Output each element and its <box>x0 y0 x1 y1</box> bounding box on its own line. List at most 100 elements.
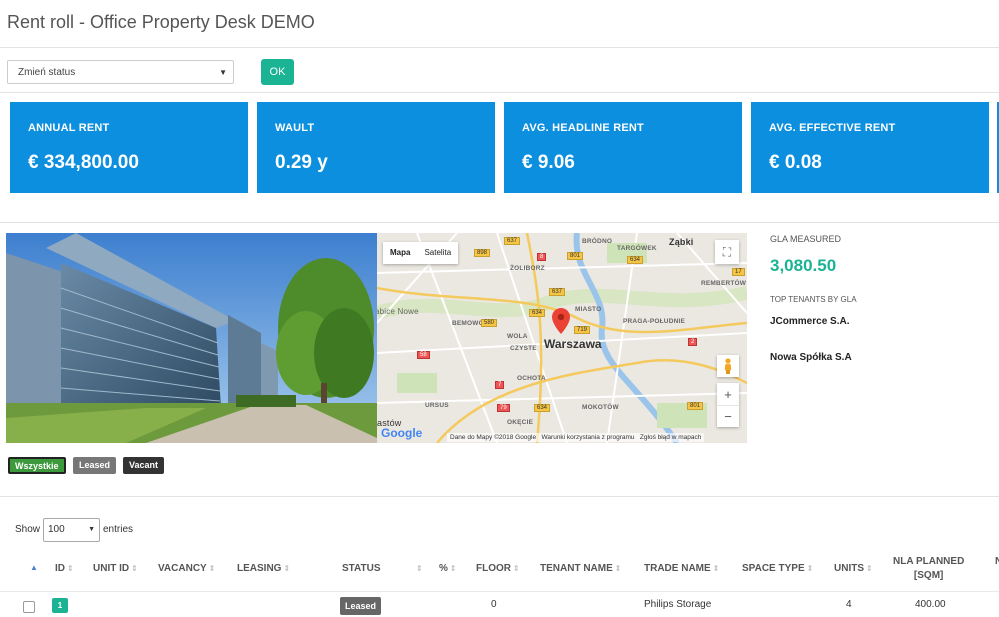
map-city-label: Warszawa <box>544 337 602 351</box>
road-label: 801 <box>687 402 704 410</box>
map-place: BRÓDNO <box>582 238 613 245</box>
map-type-control: Mapa Satelita <box>383 242 459 264</box>
column-header-units[interactable]: UNITS ⇕ <box>834 563 873 574</box>
header-label: TENANT NAME <box>540 563 613 574</box>
header-label: FLOOR <box>476 563 511 574</box>
row-id-badge[interactable]: 1 <box>52 598 68 613</box>
map-place: abice Nowe <box>377 307 419 316</box>
header-label: VACANCY <box>158 563 207 574</box>
column-header-floor[interactable]: FLOOR ⇕ <box>476 563 520 574</box>
header-label: SPACE TYPE <box>742 563 805 574</box>
ok-button[interactable]: OK <box>261 59 294 85</box>
road-label: 580 <box>481 319 498 327</box>
zoom-control: + − <box>717 383 739 427</box>
column-header-nla-planned[interactable]: NLA PLANNED [SQM] <box>893 555 964 583</box>
map-terms-link[interactable]: Warunki korzystania z programu <box>542 434 635 441</box>
map-place: ŻOLIBORZ <box>510 265 545 272</box>
column-header-trade-name[interactable]: TRADE NAME ⇕ <box>644 563 719 574</box>
map-report-link[interactable]: Zgłoś błąd w mapach <box>640 434 701 441</box>
map-marker-icon[interactable] <box>552 308 570 334</box>
sort-icon: ⇕ <box>712 564 720 573</box>
header-label: UNITS <box>834 563 864 574</box>
row-divider <box>0 591 999 592</box>
map-place: BEMOWO <box>452 320 484 327</box>
page-title: Rent roll - Office Property Desk DEMO <box>7 12 315 32</box>
column-header-vacancy[interactable]: VACANCY ⇕ <box>158 563 215 574</box>
sort-icon: ⇕ <box>67 564 74 573</box>
header-label: % <box>439 563 448 574</box>
filter-leased-button[interactable]: Leased <box>73 457 117 474</box>
gla-label: GLA MEASURED <box>770 234 842 244</box>
kpi-label: AVG. EFFECTIVE RENT <box>769 122 896 134</box>
row-nla-planned: 400.00 <box>915 599 946 610</box>
column-header-leasing[interactable]: LEASING ⇕ <box>237 563 290 574</box>
column-header-tenant-name[interactable]: TENANT NAME ⇕ <box>540 563 621 574</box>
entries-length-select[interactable]: 100 ▼ <box>43 518 100 542</box>
road-label: 2 <box>688 338 698 346</box>
road-label: 634 <box>529 309 546 317</box>
map-attribution-text: Dane do Mapy ©2018 Google <box>450 434 537 441</box>
sort-icon: ⇕ <box>513 564 520 573</box>
property-map[interactable]: Mapa Satelita ⛶ Ząbki BRÓDNO TARGÓWEK ŻO… <box>377 233 747 443</box>
divider <box>0 496 999 497</box>
sort-icon: ⇕ <box>283 564 291 573</box>
row-checkbox[interactable] <box>23 601 35 613</box>
row-units: 4 <box>846 599 852 610</box>
sort-icon: ⇕ <box>131 564 138 573</box>
sort-icon: ⇕ <box>614 564 622 573</box>
kpi-value: € 334,800.00 <box>28 152 139 173</box>
zoom-in-icon[interactable]: + <box>717 383 739 405</box>
road-label: 58 <box>417 351 430 359</box>
row-trade-name: Philips Storage <box>644 599 712 610</box>
column-header-clipped: N <box>995 556 999 567</box>
map-place: MIASTO <box>575 306 602 313</box>
road-label: 8 <box>537 253 547 261</box>
road-label: 79 <box>497 404 510 412</box>
map-type-satellite[interactable]: Satelita <box>417 242 458 264</box>
top-tenants-label: TOP TENANTS BY GLA <box>770 295 857 304</box>
header-label: [SQM] <box>913 570 944 581</box>
kpi-label: AVG. HEADLINE RENT <box>522 122 644 134</box>
row-status-badge: Leased <box>340 597 382 615</box>
gla-value: 3,080.50 <box>770 256 837 275</box>
column-header-unit-id[interactable]: UNIT ID ⇕ <box>93 563 138 574</box>
zoom-out-icon[interactable]: − <box>717 405 739 427</box>
status-select[interactable]: Zmień status ▼ <box>7 60 234 84</box>
header-label: NLA PLANNED <box>893 556 965 567</box>
column-header-status[interactable]: STATUS <box>342 563 381 574</box>
kpi-card-avg-effective-rent: AVG. EFFECTIVE RENT € 0.08 <box>751 102 989 193</box>
map-type-map[interactable]: Mapa <box>383 242 417 264</box>
column-header-percent[interactable]: % ⇕ <box>439 563 457 574</box>
divider <box>0 92 999 93</box>
entries-length-value: 100 <box>48 524 65 535</box>
chevron-down-icon: ▼ <box>88 526 95 533</box>
kpi-value: € 0.08 <box>769 152 822 173</box>
fullscreen-icon[interactable]: ⛶ <box>715 240 739 264</box>
map-place: Ząbki <box>669 237 694 247</box>
kpi-label: ANNUAL RENT <box>28 122 110 134</box>
header-label: UNIT ID <box>93 563 130 574</box>
filter-all-button[interactable]: Wszystkie <box>8 457 66 474</box>
road-label: 634 <box>627 256 644 264</box>
map-place: TARGÓWEK <box>617 245 657 252</box>
divider <box>0 47 999 48</box>
column-header-id[interactable]: ID ⇕ <box>55 563 74 574</box>
sort-asc-icon[interactable]: ▲ <box>30 563 38 572</box>
header-label: LEASING <box>237 563 282 574</box>
status-select-value: Zmień status <box>18 67 76 78</box>
column-header-space-type[interactable]: SPACE TYPE ⇕ <box>742 563 813 574</box>
map-place: OKĘCIE <box>507 419 534 426</box>
road-label: 801 <box>567 252 584 260</box>
map-place: OCHOTA <box>517 375 546 382</box>
filter-vacant-button[interactable]: Vacant <box>123 457 165 474</box>
divider <box>0 222 999 223</box>
road-label: 634 <box>534 404 551 412</box>
road-label: 7 <box>495 381 505 389</box>
pegman-icon[interactable] <box>717 355 739 377</box>
tenant-item: Nowa Spółka S.A <box>770 352 852 363</box>
sort-icon[interactable]: ⇕ <box>414 563 423 574</box>
kpi-value: € 9.06 <box>522 152 575 173</box>
map-place: REMBERTÓW <box>701 280 747 287</box>
sort-icon: ⇕ <box>866 564 873 573</box>
sort-icon: ⇕ <box>208 564 216 573</box>
